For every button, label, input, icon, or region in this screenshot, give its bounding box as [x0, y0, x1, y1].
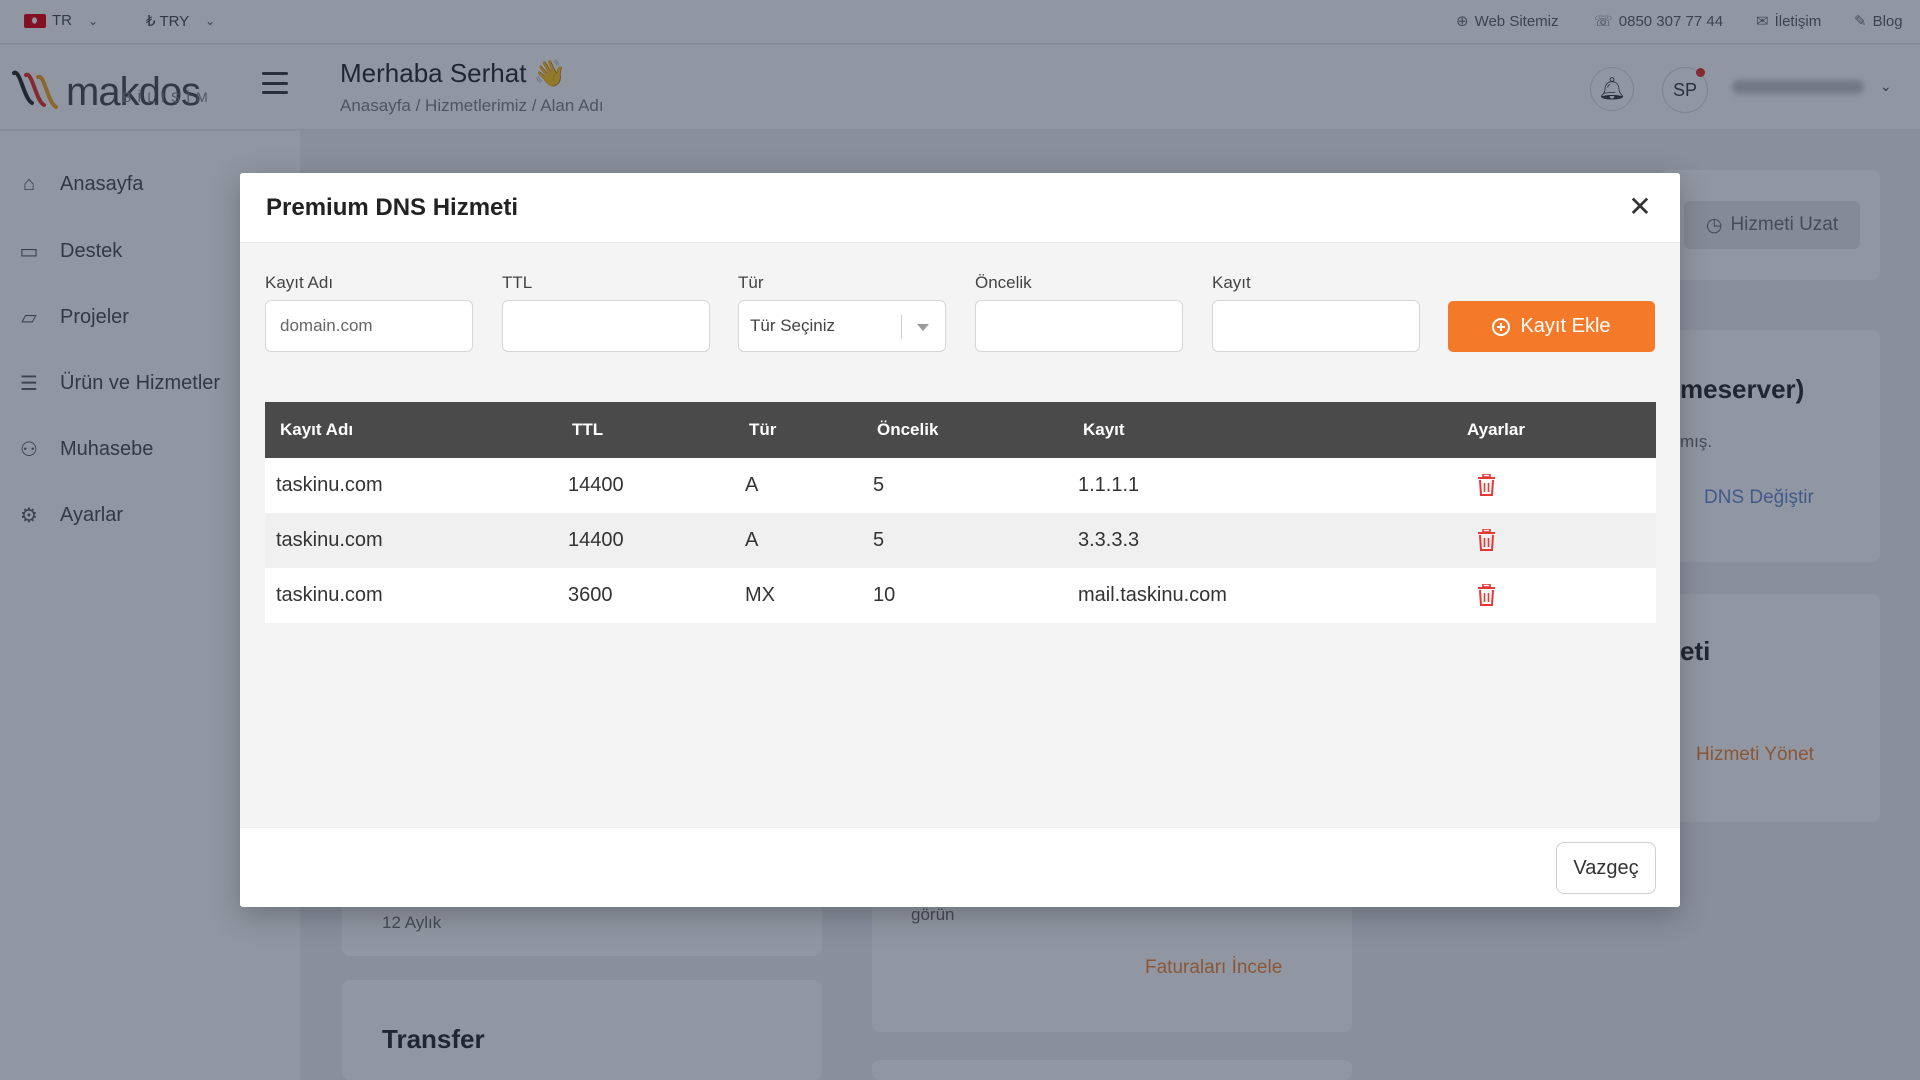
type-select-value: Tür Seçiniz — [750, 316, 836, 335]
record-value-label: Kayıt — [1212, 273, 1251, 292]
dns-modal: Premium DNS Hizmeti ✕ Kayıt Adı TTL Tür … — [240, 173, 1680, 907]
table-header: Kayıt Adı TTL Tür Öncelik Kayıt Ayarlar — [265, 402, 1656, 458]
cell-ttl: 14400 — [568, 474, 624, 496]
cell-type: A — [745, 474, 759, 496]
cell-record-name: taskinu.com — [276, 584, 383, 606]
close-icon[interactable]: ✕ — [1624, 191, 1656, 223]
column-header: TTL — [572, 420, 604, 439]
cell-ttl: 3600 — [568, 584, 613, 606]
trash-icon[interactable] — [1477, 474, 1496, 496]
column-header: Ayarlar — [1467, 420, 1525, 439]
table-row: taskinu.com 14400 A 5 1.1.1.1 — [265, 458, 1656, 513]
cell-priority: 10 — [873, 584, 896, 606]
add-record-label: Kayıt Ekle — [1520, 315, 1611, 337]
column-header: Öncelik — [877, 420, 939, 439]
table-row: taskinu.com 14400 A 5 3.3.3.3 — [265, 513, 1656, 568]
table-row: taskinu.com 3600 MX 10 mail.taskinu.com — [265, 568, 1656, 623]
cell-priority: 5 — [873, 474, 885, 496]
modal-header: Premium DNS Hizmeti ✕ — [240, 173, 1680, 243]
priority-label: Öncelik — [975, 273, 1032, 292]
trash-icon[interactable] — [1477, 584, 1496, 606]
type-label: Tür — [738, 273, 764, 292]
cell-record-value: 1.1.1.1 — [1078, 474, 1140, 496]
cell-record-name: taskinu.com — [276, 529, 383, 551]
column-header: Tür — [749, 420, 777, 439]
type-select[interactable]: Tür Seçiniz — [738, 300, 946, 352]
ttl-input[interactable] — [502, 300, 710, 352]
dns-records-table: Kayıt Adı TTL Tür Öncelik Kayıt Ayarlar … — [265, 402, 1656, 623]
record-name-input[interactable] — [265, 300, 473, 352]
cell-priority: 5 — [873, 529, 885, 551]
priority-input[interactable] — [975, 300, 1183, 352]
modal-footer: Vazgeç — [240, 827, 1680, 907]
cell-type: MX — [745, 584, 775, 606]
record-value-input[interactable] — [1212, 300, 1420, 352]
add-record-button[interactable]: Kayıt Ekle — [1448, 301, 1655, 352]
trash-icon[interactable] — [1477, 529, 1496, 551]
record-name-label: Kayıt Adı — [265, 273, 334, 292]
column-header: Kayıt Adı — [280, 420, 354, 439]
cancel-button[interactable]: Vazgeç — [1556, 842, 1656, 894]
plus-circle-icon — [1492, 317, 1511, 336]
cell-record-value: mail.taskinu.com — [1078, 584, 1227, 606]
cell-record-name: taskinu.com — [276, 474, 383, 496]
cell-ttl: 14400 — [568, 529, 624, 551]
cell-record-value: 3.3.3.3 — [1078, 529, 1140, 551]
ttl-label: TTL — [502, 273, 533, 292]
modal-title: Premium DNS Hizmeti — [266, 194, 519, 221]
select-separator — [901, 315, 902, 339]
column-header: Kayıt — [1083, 420, 1125, 439]
cell-type: A — [745, 529, 759, 551]
caret-down-icon — [917, 324, 929, 331]
